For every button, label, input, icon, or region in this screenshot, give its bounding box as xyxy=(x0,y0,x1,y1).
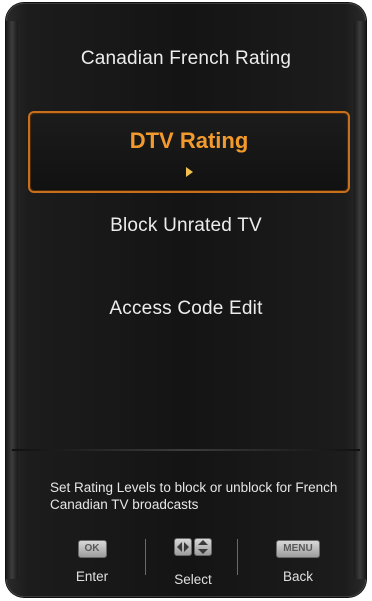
menu-title: Canadian French Rating xyxy=(80,48,292,69)
menu-item-dtv-rating[interactable]: DTV Rating xyxy=(28,111,350,193)
menu-item-label: DTV Rating xyxy=(129,128,249,153)
divider xyxy=(12,449,360,451)
nav-keys xyxy=(174,538,212,556)
select-label: Select xyxy=(174,572,212,587)
enter-button[interactable]: OK Enter xyxy=(52,538,132,584)
back-button[interactable]: MENU Back xyxy=(258,538,338,584)
footer-separator xyxy=(145,539,146,575)
tv-menu-panel: Canadian French Rating DTV Rating Block … xyxy=(6,3,366,597)
select-button[interactable]: Select xyxy=(153,538,233,587)
footer-separator xyxy=(237,539,238,575)
ok-key-icon: OK xyxy=(77,540,107,558)
left-right-arrows-icon xyxy=(174,538,192,556)
menu-item-access-code-edit[interactable]: Access Code Edit xyxy=(6,298,366,320)
menu-key-icon: MENU xyxy=(276,540,320,558)
enter-label: Enter xyxy=(75,569,109,584)
menu-item-block-unrated-tv[interactable]: Block Unrated TV xyxy=(6,215,366,237)
up-down-arrows-icon xyxy=(194,538,212,556)
back-label: Back xyxy=(282,569,313,584)
right-arrow-icon xyxy=(186,167,193,177)
help-text: Set Rating Levels to block or unblock fo… xyxy=(50,480,338,512)
